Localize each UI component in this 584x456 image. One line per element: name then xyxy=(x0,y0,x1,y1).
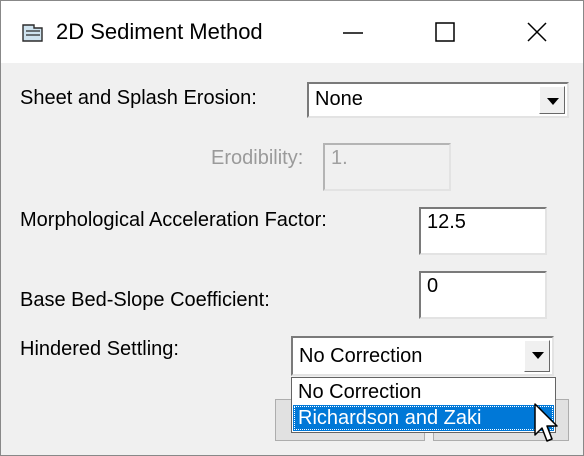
maximize-button[interactable] xyxy=(399,1,491,63)
bed-slope-field[interactable]: 0 xyxy=(419,271,547,319)
sheet-splash-combo[interactable]: None xyxy=(307,82,569,118)
app-icon xyxy=(22,23,44,43)
minimize-button[interactable] xyxy=(307,1,399,63)
sheet-splash-value: None xyxy=(315,88,363,110)
close-icon xyxy=(527,22,547,42)
erodibility-label: Erodibility: xyxy=(211,147,304,169)
hindered-label: Hindered Settling: xyxy=(20,338,179,360)
maximize-icon xyxy=(435,22,455,42)
morph-accel-field[interactable]: 12.5 xyxy=(419,207,547,255)
sheet-splash-label: Sheet and Splash Erosion: xyxy=(20,87,257,109)
window-title: 2D Sediment Method xyxy=(56,19,263,44)
title-bar[interactable]: 2D Sediment Method xyxy=(1,1,583,63)
erodibility-field[interactable]: 1. xyxy=(323,143,451,191)
list-item-highlighted[interactable]: Richardson and Zaki xyxy=(293,405,554,431)
list-item[interactable]: No Correction xyxy=(293,379,554,405)
chevron-down-icon[interactable] xyxy=(539,86,565,114)
hindered-value: No Correction xyxy=(299,345,423,367)
chevron-down-icon[interactable] xyxy=(524,340,550,372)
bed-slope-label: Base Bed-Slope Coefficient: xyxy=(20,289,270,311)
hindered-combo[interactable]: No Correction xyxy=(291,336,554,376)
mouse-cursor-icon xyxy=(534,403,558,442)
dialog-window: 2D Sediment Method Sheet and Splash Eros… xyxy=(0,0,584,456)
close-button[interactable] xyxy=(491,1,583,63)
morph-accel-label: Morphological Acceleration Factor: xyxy=(20,209,327,231)
minimize-icon xyxy=(343,32,363,34)
hindered-dropdown-list: No Correction Richardson and Zaki xyxy=(291,377,556,433)
